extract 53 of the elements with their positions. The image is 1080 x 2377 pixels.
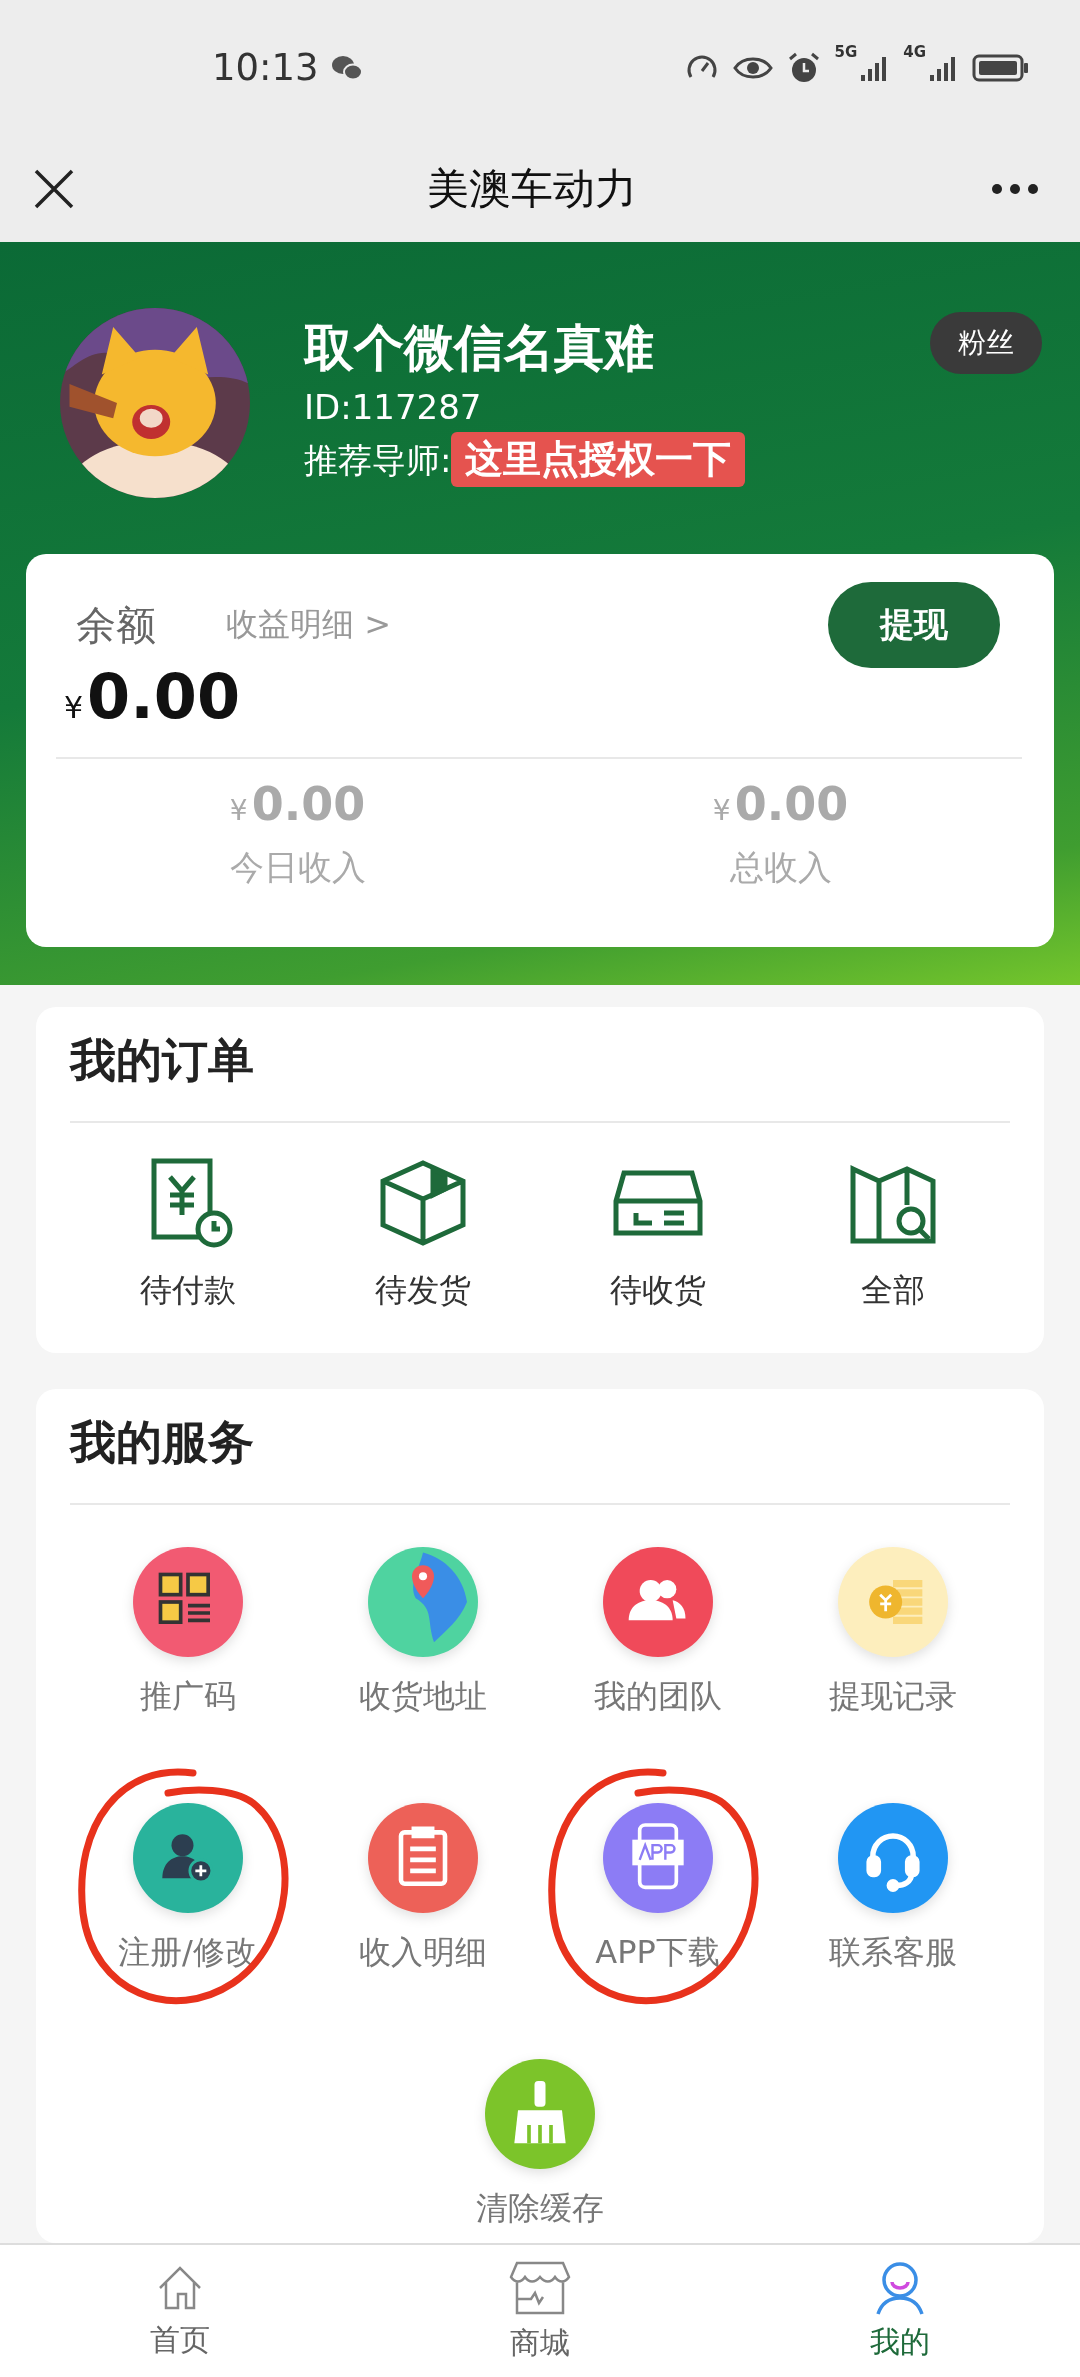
stat-label: 今日收入 (229, 846, 366, 889)
service-label[interactable]: 提现记录 (828, 1675, 957, 1719)
network-label: 5G (834, 42, 858, 61)
clipboard-icon (367, 1803, 478, 1913)
service-label[interactable]: 我的团队 (593, 1675, 722, 1719)
coin-icon (837, 1547, 948, 1657)
more-icon[interactable] (990, 181, 1040, 196)
user-icon (874, 2259, 926, 2316)
service-label[interactable]: 注册/修改 (118, 1931, 257, 1975)
map-pin-icon (367, 1547, 478, 1657)
order-label[interactable]: 待付款 (139, 1269, 236, 1313)
tab-item[interactable]: 商城 (360, 2245, 720, 2377)
page-title: 美澳车动力 (427, 162, 637, 215)
section-title: 我的订单 (70, 1029, 1010, 1123)
order-label[interactable]: 全部 (860, 1269, 925, 1313)
withdraw-button[interactable]: 提现 (828, 582, 1000, 668)
service-label[interactable]: 联系客服 (828, 1931, 957, 1975)
stat-value: 0.00 (251, 777, 366, 831)
service-label[interactable]: 推广码 (139, 1675, 236, 1719)
order-label[interactable]: 待发货 (374, 1269, 471, 1313)
mentor-label: 推荐导师: (304, 438, 452, 482)
service-label[interactable]: APP下载 (595, 1931, 720, 1975)
service-label[interactable]: 收入明细 (358, 1931, 487, 1975)
fans-button[interactable]: 粉丝 (930, 312, 1042, 374)
chat-icon (330, 53, 363, 82)
close-icon[interactable] (34, 168, 74, 209)
order-label[interactable]: 待收货 (609, 1269, 706, 1313)
currency-sign: ¥ (712, 794, 731, 827)
qr-grid-icon (132, 1547, 243, 1657)
currency-sign: ¥ (64, 690, 84, 725)
status-time: 10:13 (212, 46, 319, 89)
phone-app-icon (602, 1803, 713, 1913)
battery-icon (972, 52, 1030, 83)
stat-value: 0.00 (734, 777, 849, 831)
mentor-value[interactable]: 这里点授权一下 (451, 432, 746, 487)
service-label[interactable]: 收货地址 (358, 1675, 487, 1719)
service-label[interactable]: 清除缓存 (476, 2187, 604, 2231)
currency-sign: ¥ (229, 794, 248, 827)
add-user-icon (132, 1803, 243, 1913)
earnings-detail-link[interactable]: 收益明细 > (226, 603, 391, 647)
tab-item[interactable]: 首页 (0, 2245, 360, 2377)
balance-amount: 0.00 (87, 660, 241, 733)
broom-icon (485, 2059, 595, 2169)
stat-label: 总收入 (729, 846, 832, 889)
tab-item[interactable]: 我的 (720, 2245, 1080, 2377)
balance-label: 余额 (76, 600, 156, 650)
user-id: ID:117287 (304, 386, 483, 429)
user-name: 取个微信名真难 (304, 318, 655, 379)
section-title: 我的服务 (70, 1411, 1010, 1505)
alarm-icon (786, 50, 821, 85)
headset-icon (837, 1803, 948, 1913)
network-label: 4G (903, 42, 926, 61)
group-icon (602, 1547, 713, 1657)
